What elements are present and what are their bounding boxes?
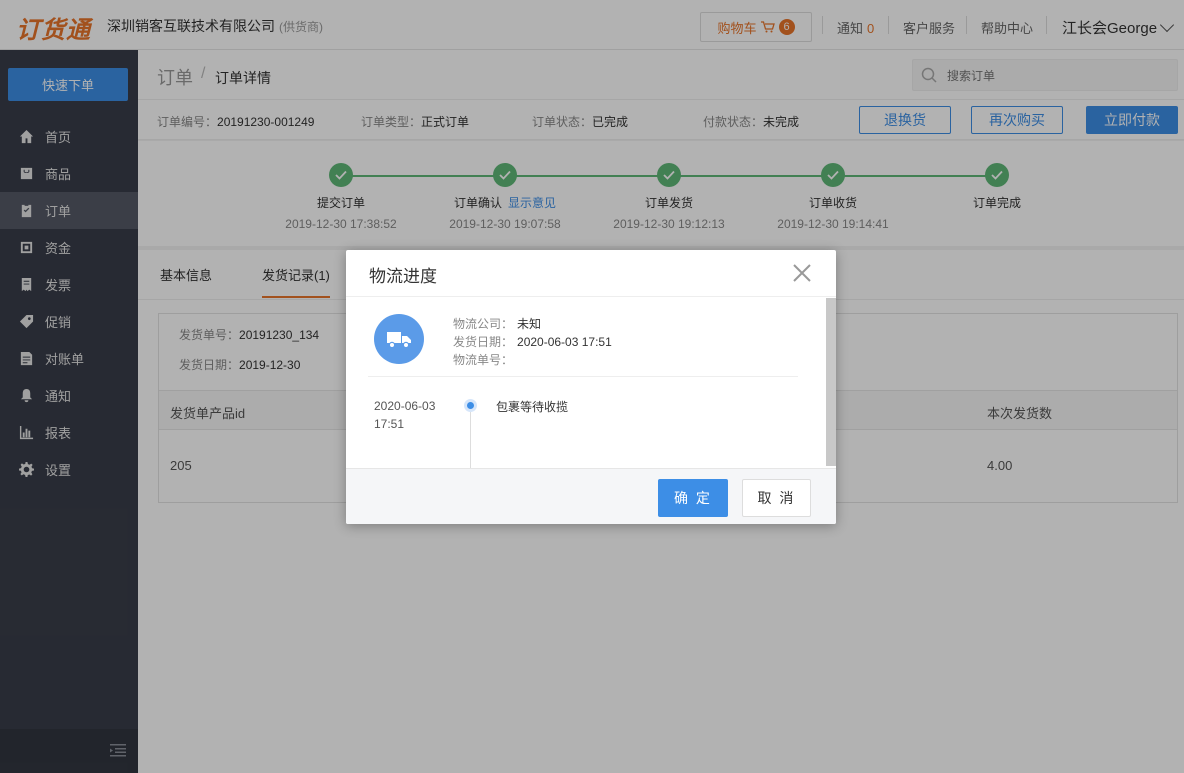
logistics-tracking: 物流单号： [453,351,517,368]
timeline-text: 包裹等待收揽 [496,400,569,414]
timeline-dot [464,399,477,412]
truck-icon [374,314,424,364]
modal-body: 物流公司： 未知 发货日期： 2020-06-03 17:51 物流单号： 2020… [346,298,836,468]
modal-title: 物流进度 [369,267,437,286]
logistics-modal: 物流进度 物流公司： 未知 发货日期： 2020-06-03 17:51 物流单号：… [346,250,836,524]
confirm-button[interactable]: 确 定 [658,479,728,517]
logistics-company-value: 未知 [517,317,542,331]
modal-header: 物流进度 [346,250,836,297]
timeline-line [470,410,471,468]
divider [368,376,798,377]
logistics-tracking-label: 物流单号： [453,353,514,367]
cancel-button[interactable]: 取 消 [742,479,811,517]
logistics-date-value: 2020-06-03 17:51 [517,335,612,349]
logistics-date-label: 发货日期： [453,335,514,349]
logistics-company-label: 物流公司： [453,317,514,331]
scrollbar-thumb[interactable] [826,298,836,466]
timeline-clock: 17:51 [374,417,405,431]
timeline-date: 2020-06-03 [374,399,436,413]
modal-scrollbar[interactable] [826,298,836,466]
logistics-company: 物流公司： 未知 [453,315,541,332]
timeline-time: 2020-06-03 17:51 [374,397,444,433]
close-icon[interactable] [792,263,812,283]
logistics-date: 发货日期： 2020-06-03 17:51 [453,333,612,350]
modal-footer: 确 定 取 消 [346,468,836,524]
